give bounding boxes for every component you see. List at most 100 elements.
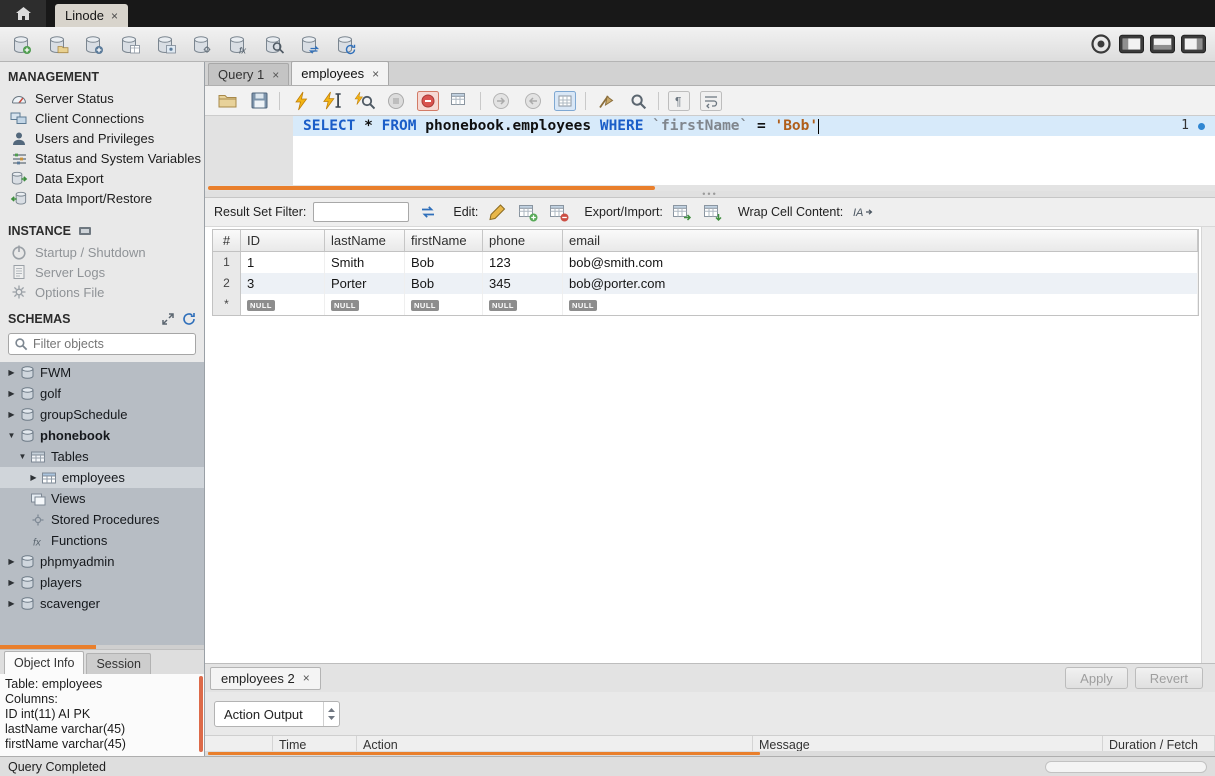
schema-tree-item-tables[interactable]: ▼Tables [0, 446, 204, 467]
schema-tree-item-fwm[interactable]: ▶FWM [0, 362, 204, 383]
schema-tree-item-stored-procedures[interactable]: Stored Procedures [0, 509, 204, 530]
schema-tree-item-employees[interactable]: ▶employees [0, 467, 204, 488]
schema-tree-item-views[interactable]: Views [0, 488, 204, 509]
create-table-icon[interactable] [117, 32, 142, 56]
connection-tab[interactable]: Linode × [55, 4, 128, 27]
expander-icon[interactable]: ▶ [5, 389, 18, 398]
stop-on-error-icon[interactable] [416, 89, 440, 113]
expander-icon[interactable]: ▶ [5, 578, 18, 587]
expand-panel-icon[interactable] [161, 312, 175, 326]
select-stepper-icon[interactable] [323, 702, 339, 726]
grid-cell[interactable]: 123 [483, 252, 563, 273]
revert-button[interactable]: Revert [1135, 667, 1203, 689]
sidebar-item-client-connections[interactable]: Client Connections [0, 108, 204, 128]
sidebar-item-server-logs[interactable]: Server Logs [0, 262, 204, 282]
grid-cell[interactable]: NULL [483, 294, 563, 315]
save-script-icon[interactable] [247, 89, 271, 113]
schema-tree-item-scavenger[interactable]: ▶scavenger [0, 593, 204, 614]
synchronize-icon[interactable] [333, 32, 358, 56]
execute-current-icon[interactable] [320, 89, 344, 113]
export-grid-icon[interactable] [670, 201, 694, 223]
row-number[interactable]: * [213, 294, 241, 315]
create-view-icon[interactable] [153, 32, 178, 56]
toggle-output-icon[interactable] [1150, 32, 1175, 56]
grid-cell[interactable]: bob@porter.com [563, 273, 1198, 294]
grid-cell[interactable]: Bob [405, 252, 483, 273]
sidebar-horizontal-scrollbar[interactable] [0, 645, 204, 649]
column-header-phone[interactable]: phone [483, 230, 563, 251]
expander-icon[interactable]: ▶ [5, 410, 18, 419]
result-vertical-scrollbar[interactable] [1201, 227, 1215, 663]
limit-rows-icon[interactable] [448, 89, 472, 113]
grid-cell[interactable]: NULL [241, 294, 325, 315]
find-icon[interactable] [626, 89, 650, 113]
close-icon[interactable]: × [303, 672, 310, 684]
sql-editor[interactable]: 1 SELECT * FROM phonebook.employees WHER… [205, 116, 1215, 185]
column-header-firstname[interactable]: firstName [405, 230, 483, 251]
grid-cell[interactable]: NULL [405, 294, 483, 315]
new-sql-tab-icon[interactable] [9, 32, 34, 56]
beautify-icon[interactable] [594, 89, 618, 113]
insert-row-icon[interactable] [516, 201, 540, 223]
refresh-grid-icon[interactable] [416, 201, 440, 223]
grid-cell[interactable]: 345 [483, 273, 563, 294]
import-grid-icon[interactable] [701, 201, 725, 223]
schema-tree-item-phonebook[interactable]: ▼phonebook [0, 425, 204, 446]
edit-record-icon[interactable] [485, 201, 509, 223]
open-sql-script-icon[interactable] [45, 32, 70, 56]
action-output-select[interactable]: Action Output [214, 701, 340, 727]
editor-tab-query-1[interactable]: Query 1× [208, 63, 289, 85]
reconnect-dbms-icon[interactable] [297, 32, 322, 56]
editor-tab-employees[interactable]: employees× [291, 61, 389, 85]
autocommit-icon[interactable] [553, 89, 577, 113]
create-procedure-icon[interactable] [189, 32, 214, 56]
expander-icon[interactable]: ▼ [5, 431, 18, 440]
execute-icon[interactable] [288, 89, 312, 113]
explain-icon[interactable] [352, 89, 376, 113]
close-icon[interactable]: × [272, 69, 279, 81]
schema-tree-item-players[interactable]: ▶players [0, 572, 204, 593]
rollback-icon[interactable] [521, 89, 545, 113]
sidebar-item-status-and-system-variables[interactable]: Status and System Variables [0, 148, 204, 168]
wrap-cell-icon[interactable]: IA [850, 201, 874, 223]
apply-button[interactable]: Apply [1065, 667, 1128, 689]
sidebar-item-startup-shutdown[interactable]: Startup / Shutdown [0, 242, 204, 262]
column-header-email[interactable]: email [563, 230, 1198, 251]
create-schema-icon[interactable] [81, 32, 106, 56]
column-header-row-number[interactable]: # [213, 230, 241, 251]
toggle-secondary-sidebar-icon[interactable] [1181, 32, 1206, 56]
sidebar-item-options-file[interactable]: Options File [0, 282, 204, 302]
schema-tree-item-phpmyadmin[interactable]: ▶phpmyadmin [0, 551, 204, 572]
row-number[interactable]: 2 [213, 273, 241, 294]
column-header-id[interactable]: ID [241, 230, 325, 251]
wrap-text-icon[interactable] [699, 89, 723, 113]
toggle-sidebar-icon[interactable] [1119, 32, 1144, 56]
close-icon[interactable]: × [111, 10, 118, 22]
grid-cell[interactable]: Bob [405, 273, 483, 294]
info-tab-session[interactable]: Session [86, 653, 150, 674]
grid-cell[interactable]: Smith [325, 252, 405, 273]
grid-cell[interactable]: bob@smith.com [563, 252, 1198, 273]
connection-status-icon[interactable] [1088, 32, 1113, 56]
stop-icon[interactable] [384, 89, 408, 113]
schema-tree-item-golf[interactable]: ▶golf [0, 383, 204, 404]
info-tab-object-info[interactable]: Object Info [4, 651, 84, 674]
info-vertical-scrollbar[interactable] [199, 676, 203, 752]
sidebar-item-data-export[interactable]: Data Export [0, 168, 204, 188]
sidebar-item-data-import-restore[interactable]: Data Import/Restore [0, 188, 204, 208]
create-function-icon[interactable]: fx [225, 32, 250, 56]
schema-tree-item-groupschedule[interactable]: ▶groupSchedule [0, 404, 204, 425]
invisible-chars-icon[interactable]: ¶ [667, 89, 691, 113]
expander-icon[interactable]: ▶ [5, 599, 18, 608]
horizontal-scrollbar[interactable] [1045, 761, 1207, 773]
refresh-schemas-icon[interactable] [182, 312, 196, 326]
commit-icon[interactable] [489, 89, 513, 113]
grid-cell[interactable]: NULL [325, 294, 405, 315]
schema-filter-input[interactable] [33, 337, 190, 351]
expander-icon[interactable]: ▶ [5, 557, 18, 566]
column-header-lastname[interactable]: lastName [325, 230, 405, 251]
grid-cell[interactable]: Porter [325, 273, 405, 294]
schema-tree-item-functions[interactable]: fxFunctions [0, 530, 204, 551]
close-icon[interactable]: × [372, 68, 379, 80]
grid-cell[interactable]: NULL [563, 294, 1198, 315]
